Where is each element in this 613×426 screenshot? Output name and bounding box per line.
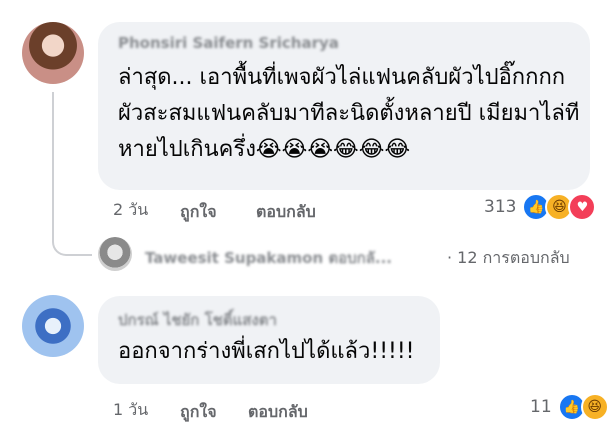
- reply-author-name[interactable]: Taweesit Supakamon ตอบกลั...: [145, 246, 392, 270]
- haha-icon: 😆: [580, 393, 609, 421]
- reaction-count: 313: [484, 197, 517, 217]
- like-label: ถูกใจ: [180, 202, 217, 221]
- like-label: ถูกใจ: [180, 402, 217, 421]
- comment-author-name[interactable]: Phonsiri Saifern Sricharya: [118, 34, 339, 52]
- reaction-count: 11: [530, 397, 552, 417]
- reply-thread-line: [52, 92, 92, 256]
- view-replies-link[interactable]: · 12 การตอบกลับ: [447, 246, 570, 271]
- comment-author-name[interactable]: ปกรณ์ ไชยัก โชติ์แสงตา: [118, 308, 277, 332]
- reply-comment-button[interactable]: ตอบกลับ: [248, 400, 308, 425]
- reaction-summary[interactable]: 313 👍 😆 ♥: [484, 193, 597, 221]
- comment-timestamp[interactable]: 1 วัน: [113, 398, 148, 423]
- comment-text: ออกจากร่างพี่เสกไปได้แล้ว!!!!!: [118, 339, 415, 364]
- like-comment-button[interactable]: ถูกใจ: [180, 400, 217, 425]
- reaction-summary[interactable]: 11 👍 😆: [530, 393, 609, 421]
- reply-label: ตอบกลับ: [248, 402, 308, 421]
- commenter-avatar[interactable]: [22, 22, 84, 84]
- love-icon: ♥: [568, 193, 597, 221]
- reply-label: ตอบกลับ: [256, 202, 316, 221]
- reply-author-avatar[interactable]: [98, 237, 132, 271]
- like-comment-button[interactable]: ถูกใจ: [180, 200, 217, 225]
- commenter-avatar[interactable]: [22, 295, 84, 357]
- comment-text: ล่าสุด... เอาพื้นที่เพจผัวไล่แฟนคลับผัวไ…: [118, 65, 580, 162]
- reply-comment-button[interactable]: ตอบกลับ: [256, 200, 316, 225]
- comment-timestamp[interactable]: 2 วัน: [113, 198, 148, 223]
